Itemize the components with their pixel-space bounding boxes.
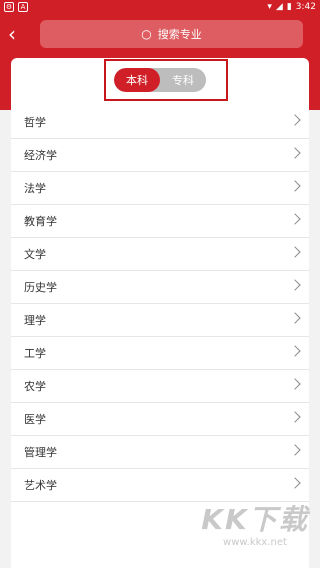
list-item[interactable]: 哲学 [11,106,309,139]
list-item[interactable]: 艺术学 [11,469,309,502]
list-item[interactable]: 理学 [11,304,309,337]
list-item-label: 医学 [24,413,46,426]
list-item-label: 工学 [24,347,46,360]
chevron-right-icon [289,477,301,489]
watermark-title: KK下载 [201,503,309,536]
list-item[interactable]: 工学 [11,337,309,370]
list-item-label: 哲学 [24,116,46,129]
search-placeholder: 搜索专业 [157,28,202,41]
chevron-right-icon [289,180,301,192]
list-item[interactable]: 经济学 [11,139,309,172]
degree-toggle[interactable]: 本科 专科 [114,68,206,92]
list-item[interactable]: 农学 [11,370,309,403]
status-icons-right: ▾ ◢ ▮ 3:42 [267,2,316,12]
chevron-right-icon [289,246,301,258]
chevron-right-icon [289,444,301,456]
list-item[interactable]: 历史学 [11,271,309,304]
list-item-label: 管理学 [24,446,57,459]
wifi-icon: ▾ [267,2,272,12]
search-icon: ○ [141,27,152,41]
list-item-label: 历史学 [24,281,57,294]
chevron-right-icon [289,114,301,126]
list-item[interactable]: 教育学 [11,205,309,238]
list-item-label: 艺术学 [24,479,57,492]
chevron-right-icon [289,411,301,423]
chevron-right-icon [289,213,301,225]
list-item-label: 农学 [24,380,46,393]
list-item[interactable]: 管理学 [11,436,309,469]
app-notification-icon: ⚙ [4,2,14,12]
list-item-label: 经济学 [24,149,57,162]
chevron-left-icon: ‹ [8,22,16,46]
toggle-junior-college[interactable]: 专科 [160,68,206,92]
signal-icon: ◢ [275,2,283,12]
status-bar: ⚙ A ▾ ◢ ▮ 3:42 [0,0,320,16]
chevron-right-icon [289,312,301,324]
search-bar[interactable]: ○ 搜索专业 [40,20,303,48]
list-item[interactable]: 法学 [11,172,309,205]
back-button[interactable]: ‹ [8,24,28,46]
app-notification-icon-2: A [18,2,28,12]
major-list: 哲学 经济学 法学 教育学 文学 历史学 理学 工学 农学 医学 管理学 艺术学 [11,106,309,502]
list-item[interactable]: 医学 [11,403,309,436]
chevron-right-icon [289,147,301,159]
list-item[interactable]: 文学 [11,238,309,271]
chevron-right-icon [289,345,301,357]
toggle-undergraduate[interactable]: 本科 [114,68,160,92]
battery-icon: ▮ [286,2,292,12]
list-item-label: 文学 [24,248,46,261]
list-item-label: 教育学 [24,215,57,228]
watermark: KK下载 www.kkx.net [200,504,310,560]
chevron-right-icon [289,378,301,390]
list-item-label: 法学 [24,182,46,195]
status-icons-left: ⚙ A [4,2,28,12]
status-time: 3:42 [295,2,316,12]
watermark-url: www.kkx.net [223,537,287,548]
chevron-right-icon [289,279,301,291]
list-item-label: 理学 [24,314,46,327]
